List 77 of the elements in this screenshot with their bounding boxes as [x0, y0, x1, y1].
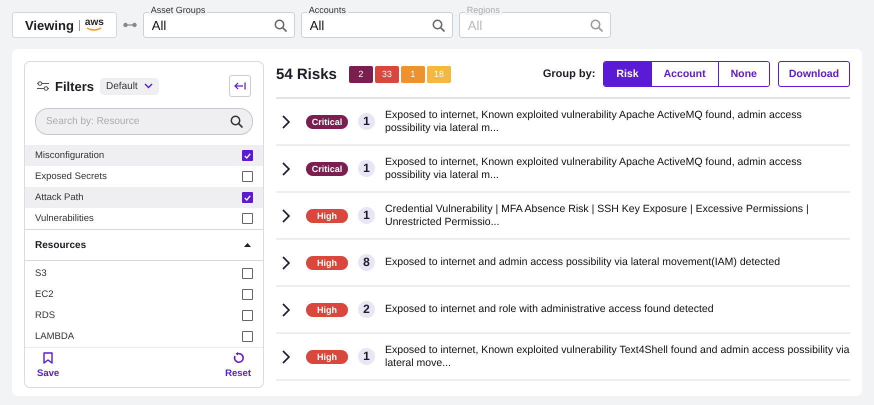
bookmark-icon: [43, 352, 54, 364]
checkmark-icon: [244, 194, 251, 200]
collapse-button[interactable]: [229, 75, 251, 97]
severity-count-badge: 18: [426, 66, 451, 82]
filter-option: Attack Path: [35, 192, 242, 203]
checkbox[interactable]: [242, 192, 253, 203]
group-by-label: Group by:: [542, 68, 596, 80]
checkbox[interactable]: [242, 150, 253, 161]
filter-field[interactable]: All: [300, 12, 453, 38]
checkmark-icon: [244, 152, 251, 158]
severity-badge: High: [306, 302, 348, 316]
reset-icon: [232, 352, 244, 364]
download-button[interactable]: Download: [778, 61, 850, 87]
checkbox[interactable]: [242, 213, 253, 224]
search-icon: [230, 115, 243, 128]
collapse-left-icon: [234, 82, 246, 90]
severity-badge: High: [306, 256, 348, 270]
filter-option: LAMBDA: [35, 331, 242, 342]
chevron-down-icon: [144, 83, 153, 89]
severity-count-badge: 2: [348, 66, 373, 82]
cloud-logo: aws: [84, 18, 104, 32]
chevron-right-icon[interactable]: [282, 208, 290, 222]
checkbox[interactable]: [242, 331, 253, 342]
search-icon: [590, 19, 603, 32]
preset-dropdown[interactable]: Default: [100, 78, 159, 94]
link-icon: [122, 22, 137, 28]
viewing-selector[interactable]: Viewing aws: [12, 12, 117, 38]
finding-count: 1: [358, 348, 375, 365]
risk-description: Exposed to internet, Known exploited vulnerability Apache ActiveMQ found, admin access possibility via lateral m...: [385, 108, 803, 134]
filter-option: Vulnerabilities: [35, 213, 242, 224]
save-button[interactable]: Save: [37, 352, 60, 379]
caret-up-icon[interactable]: [244, 243, 251, 247]
field-label: Asset Groups: [148, 5, 208, 15]
group-by-option[interactable]: Risk: [604, 62, 651, 86]
chevron-right-icon[interactable]: [282, 162, 290, 176]
filter-option: EC2: [35, 289, 242, 300]
severity-badge: Critical: [306, 162, 348, 176]
smile-curve-icon: [86, 27, 102, 32]
risk-description: Credential Vulnerability | MFA Absence Risk | SSH Key Exposure | Excessive Permissions | Unrestricted Permissio...: [385, 202, 810, 228]
filter-option: S3: [35, 268, 242, 279]
field-label: Regions: [464, 5, 502, 15]
risk-count-title: 54 Risks: [276, 66, 337, 82]
filter-option: RDS: [35, 310, 242, 321]
filter-option: Exposed Secrets: [35, 171, 242, 182]
risk-description: Exposed to internet and admin access possibility via lateral movement(IAM) detected: [385, 256, 782, 269]
search-icon: [274, 19, 287, 32]
group-by-option[interactable]: None: [718, 62, 769, 86]
search-icon: [432, 19, 445, 32]
finding-count: 1: [358, 207, 375, 224]
search-field[interactable]: Search by: Resource: [35, 108, 253, 135]
chevron-right-icon[interactable]: [282, 350, 290, 364]
risk-description: Exposed to internet, Known exploited vulnerability Apache ActiveMQ found, admin access possibility via lateral m...: [385, 156, 803, 182]
finding-count: 1: [358, 113, 375, 130]
filter-option: Misconfiguration: [35, 150, 242, 161]
risk-description: Exposed to internet and role with administrative access found detected: [385, 303, 715, 316]
checkbox[interactable]: [242, 268, 253, 279]
risk-description: Exposed to internet, Known exploited vulnerability Text4Shell found and admin access possibility via lateral move...: [385, 344, 850, 370]
filters-title: Filters: [55, 78, 94, 94]
severity-badge: High: [306, 208, 348, 222]
finding-count: 1: [358, 160, 375, 177]
severity-count-badge: 33: [374, 66, 399, 82]
checkbox[interactable]: [242, 310, 253, 321]
severity-badge: High: [306, 350, 348, 364]
chevron-right-icon[interactable]: [282, 302, 290, 316]
checkbox[interactable]: [242, 289, 253, 300]
field-label: Accounts: [306, 5, 348, 15]
severity-count-badge: 1: [400, 66, 425, 82]
checkbox[interactable]: [242, 171, 253, 182]
viewing-label: Viewing: [25, 18, 74, 32]
sliders-icon: [37, 81, 49, 91]
finding-count: 8: [358, 254, 375, 271]
section-title: Resources: [35, 240, 88, 250]
severity-badge: Critical: [306, 114, 348, 128]
finding-count: 2: [358, 301, 375, 318]
reset-button[interactable]: Reset: [225, 352, 251, 379]
chevron-right-icon[interactable]: [282, 114, 290, 128]
chevron-right-icon[interactable]: [282, 256, 290, 270]
